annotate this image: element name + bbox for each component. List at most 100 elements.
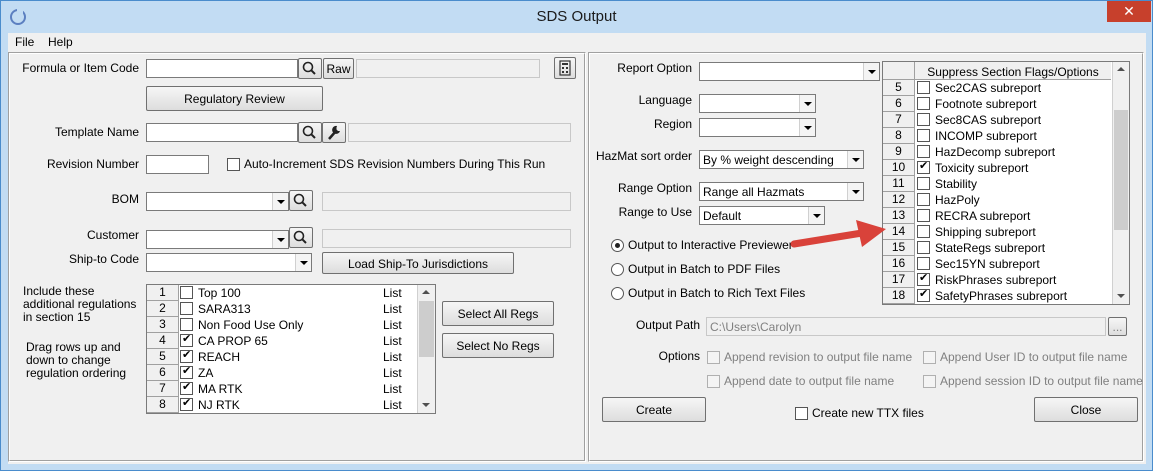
suppress-row[interactable]: 5 Sec2CAS subreport: [883, 80, 1111, 96]
output-path-field[interactable]: C:\Users\Carolyn: [706, 317, 1106, 336]
reg-row-checkbox[interactable]: [180, 396, 193, 411]
reg-row[interactable]: 8 NJ RTK List: [147, 396, 417, 413]
suppress-row-number: 11: [883, 176, 915, 192]
reg-row-checkbox[interactable]: [180, 332, 193, 347]
scroll-down-arrow-icon[interactable]: [418, 397, 435, 413]
customer-combo[interactable]: [146, 230, 289, 249]
reg-row[interactable]: 4 CA PROP 65 List: [147, 332, 417, 349]
range-option-combo[interactable]: Range all Hazmats: [699, 182, 864, 201]
output-pdf-radio[interactable]: [611, 263, 624, 276]
scroll-down-arrow-icon[interactable]: [1113, 288, 1129, 304]
auto-increment-checkbox[interactable]: [227, 158, 240, 171]
suppress-row-checkbox[interactable]: [917, 159, 930, 174]
create-button[interactable]: Create: [602, 397, 706, 422]
scroll-up-arrow-icon[interactable]: [418, 285, 435, 301]
suppress-row[interactable]: 16 Sec15YN subreport: [883, 256, 1111, 272]
suppress-row[interactable]: 17 RiskPhrases subreport: [883, 271, 1111, 288]
reg-row-type: List: [383, 398, 402, 412]
output-previewer-radio[interactable]: [611, 239, 624, 252]
append-user-checkbox[interactable]: [923, 351, 936, 364]
template-name-input[interactable]: [146, 123, 298, 142]
bom-combo[interactable]: [146, 192, 289, 211]
reg-row-checkbox[interactable]: [180, 364, 193, 379]
close-button[interactable]: Close: [1034, 397, 1138, 422]
revision-number-input[interactable]: [146, 155, 209, 174]
suppress-row[interactable]: 9 HazDecomp subreport: [883, 144, 1111, 160]
suppress-row[interactable]: 10 Toxicity subreport: [883, 159, 1111, 176]
report-option-combo[interactable]: [699, 62, 880, 81]
create-ttx-checkbox[interactable]: [795, 407, 808, 420]
suppress-row-checkbox[interactable]: [917, 129, 930, 142]
suppress-row[interactable]: 6 Footnote subreport: [883, 96, 1111, 112]
suppress-row[interactable]: 18 SafetyPhrases subreport: [883, 287, 1111, 304]
suppress-row[interactable]: 12 HazPoly: [883, 192, 1111, 208]
suppress-row-name: HazDecomp subreport: [935, 145, 1056, 159]
suppress-row[interactable]: 7 Sec8CAS subreport: [883, 112, 1111, 128]
report-option-label: Report Option: [617, 61, 692, 75]
append-revision-checkbox[interactable]: [707, 351, 720, 364]
template-search-button[interactable]: [298, 122, 322, 143]
suppress-row-checkbox[interactable]: [917, 271, 930, 286]
region-combo[interactable]: [699, 118, 816, 137]
formula-input[interactable]: [146, 59, 298, 78]
menu-help[interactable]: Help: [48, 35, 73, 49]
formula-search-button[interactable]: [298, 58, 322, 79]
reg-row[interactable]: 5 REACH List: [147, 348, 417, 365]
suppress-row-checkbox[interactable]: [917, 177, 930, 190]
output-rtf-radio[interactable]: [611, 287, 624, 300]
reg-row[interactable]: 1 Top 100 List: [147, 285, 417, 301]
suppress-row[interactable]: 11 Stability: [883, 176, 1111, 192]
bom-search-button[interactable]: [289, 190, 313, 211]
append-date-checkbox[interactable]: [707, 375, 720, 388]
reg-row[interactable]: 7 MA RTK List: [147, 380, 417, 397]
calculator-button[interactable]: [554, 57, 576, 79]
suppress-row[interactable]: 13 RECRA subreport: [883, 208, 1111, 224]
hazmat-sort-combo[interactable]: By % weight descending: [699, 150, 864, 169]
suppress-row-checkbox[interactable]: [917, 97, 930, 110]
suppress-row[interactable]: 15 StateRegs subreport: [883, 240, 1111, 256]
select-no-regs-button[interactable]: Select No Regs: [442, 333, 554, 358]
reg-row-checkbox[interactable]: [180, 302, 193, 315]
suppress-row-checkbox[interactable]: [917, 193, 930, 206]
load-shipto-button[interactable]: Load Ship-To Jurisdictions: [322, 252, 514, 274]
reg-row-checkbox[interactable]: [180, 286, 193, 299]
suppress-row[interactable]: 14 Shipping subreport: [883, 224, 1111, 240]
menu-file[interactable]: File: [15, 35, 34, 49]
customer-search-button[interactable]: [289, 227, 313, 248]
suppress-row-checkbox[interactable]: [917, 241, 930, 254]
scroll-up-arrow-icon[interactable]: [1113, 62, 1129, 78]
reg-row[interactable]: 3 Non Food Use Only List: [147, 317, 417, 333]
reg-row[interactable]: 2 SARA313 List: [147, 301, 417, 317]
reg-row-checkbox[interactable]: [180, 348, 193, 363]
template-tools-button[interactable]: [322, 122, 346, 143]
suppress-row-checkbox[interactable]: [917, 257, 930, 270]
title-bar: SDS Output ✕: [1, 1, 1152, 33]
suppress-row-checkbox[interactable]: [917, 145, 930, 158]
reg-row[interactable]: 6 ZA List: [147, 364, 417, 381]
suppress-row-checkbox[interactable]: [917, 113, 930, 126]
suppress-scroll-thumb[interactable]: [1114, 110, 1128, 230]
suppress-grid[interactable]: Suppress Section Flags/Options 5 Sec2CAS …: [882, 61, 1130, 305]
suppress-scrollbar[interactable]: [1112, 62, 1129, 304]
regs-scroll-thumb[interactable]: [419, 301, 434, 357]
suppress-row-checkbox[interactable]: [917, 81, 930, 94]
regulations-grid[interactable]: 1 Top 100 List 2 SARA313 List 3 Non Food Use On…: [146, 284, 436, 414]
suppress-row-checkbox[interactable]: [917, 287, 930, 302]
regulatory-review-button[interactable]: Regulatory Review: [146, 86, 323, 111]
select-all-regs-button[interactable]: Select All Regs: [442, 301, 554, 326]
bom-description-field: [322, 192, 571, 211]
reg-row-checkbox[interactable]: [180, 318, 193, 331]
language-combo[interactable]: [699, 94, 816, 113]
suppress-row-number: 5: [883, 80, 915, 96]
shipto-combo[interactable]: [146, 253, 312, 272]
suppress-row-checkbox[interactable]: [917, 225, 930, 238]
window-close-button[interactable]: ✕: [1107, 1, 1151, 22]
raw-button[interactable]: Raw: [323, 58, 354, 79]
suppress-row-checkbox[interactable]: [917, 209, 930, 222]
regs-scrollbar[interactable]: [417, 285, 435, 413]
reg-row-checkbox[interactable]: [180, 380, 193, 395]
suppress-row[interactable]: 8 INCOMP subreport: [883, 128, 1111, 144]
browse-button[interactable]: ...: [1108, 317, 1127, 336]
suppress-row-number: 16: [883, 256, 915, 272]
append-session-checkbox[interactable]: [923, 375, 936, 388]
